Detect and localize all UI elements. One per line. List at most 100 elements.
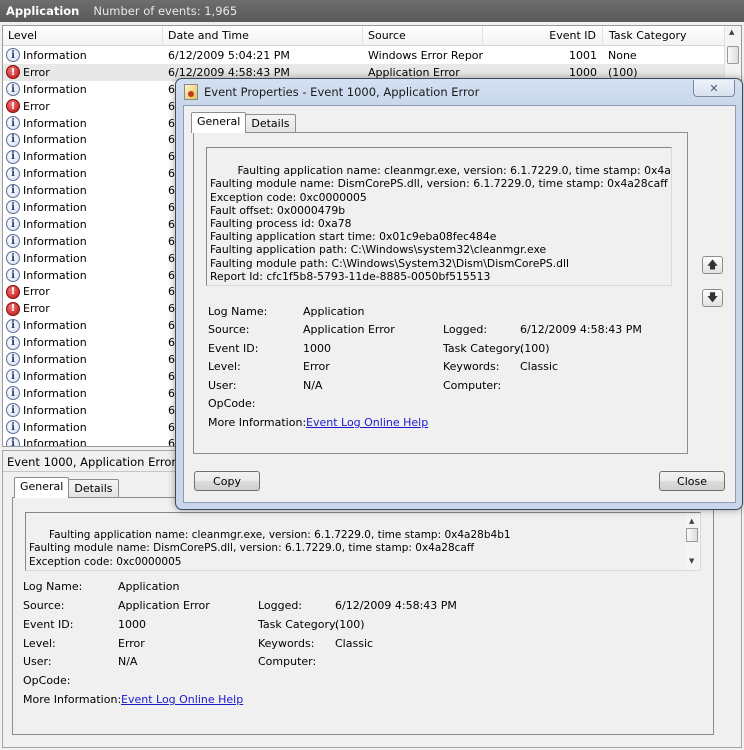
dialog-tab-details[interactable]: Details [245, 114, 296, 133]
level-text: Information [23, 234, 87, 248]
copy-button[interactable]: Copy [194, 471, 260, 491]
label-log-name: Log Name: [23, 580, 83, 593]
arrow-up-icon: 🡅 [706, 257, 719, 271]
level-text: Information [23, 403, 87, 417]
info-icon: i [6, 352, 20, 367]
column-header-task-category[interactable]: Task Category [603, 26, 725, 46]
level-text: Information [23, 336, 87, 350]
previous-event-button[interactable]: 🡅 [702, 256, 723, 274]
dialog-tab-general[interactable]: General [191, 112, 247, 133]
info-icon: i [6, 420, 20, 435]
info-icon: i [6, 436, 20, 446]
cell-level: i Information [3, 48, 163, 63]
value-task-category: (100) [520, 342, 550, 355]
info-icon: i [6, 149, 20, 164]
cell-level: i Information [3, 403, 163, 418]
level-text: Error [23, 65, 50, 79]
label-logged: Logged: [443, 323, 488, 336]
column-header-source[interactable]: Source [363, 26, 483, 46]
label-level: Level: [208, 360, 241, 373]
label-task-category: Task Category: [258, 618, 339, 631]
label-event-id: Event ID: [208, 342, 259, 355]
level-text: Information [23, 437, 87, 447]
event-log-online-help-link[interactable]: Event Log Online Help [121, 693, 243, 706]
column-header-level[interactable]: Level [3, 26, 163, 46]
level-text: Information [23, 369, 87, 383]
level-text: Information [23, 133, 87, 147]
column-header-date[interactable]: Date and Time [163, 26, 363, 46]
level-text: Information [23, 150, 87, 164]
info-icon: i [6, 318, 20, 333]
error-icon: ! [6, 301, 20, 316]
preview-tab-details[interactable]: Details [68, 479, 119, 498]
label-logged: Logged: [258, 599, 303, 612]
level-text: Information [23, 184, 87, 198]
cell-event-id: 1000 [569, 65, 597, 79]
event-log-online-help-link[interactable]: Event Log Online Help [306, 416, 428, 429]
value-event-id: 1000 [118, 618, 146, 631]
cell-task-category: None [608, 48, 637, 62]
info-icon: i [6, 183, 20, 198]
dialog-titlebar[interactable]: Event Properties - Event 1000, Applicati… [184, 83, 479, 101]
event-properties-dialog: Event Properties - Event 1000, Applicati… [175, 78, 743, 510]
preview-tab-general[interactable]: General [14, 477, 70, 498]
cell-level: i Information [3, 352, 163, 367]
scroll-up-icon[interactable]: ▲ [729, 28, 734, 36]
value-logged: 6/12/2009 4:58:43 PM [335, 599, 457, 612]
value-source: Application Error [303, 323, 395, 336]
event-row[interactable]: i Information 6/12/2009 5:04:21 PM Windo… [3, 47, 725, 64]
cell-level: i Information [3, 251, 163, 266]
label-keywords: Keywords: [258, 637, 315, 650]
cell-level: i Information [3, 183, 163, 198]
value-logged: 6/12/2009 4:58:43 PM [520, 323, 642, 336]
dialog-properties: Log Name: Application Source: Applicatio… [194, 133, 687, 453]
cell-level: ! Error [3, 99, 163, 114]
info-icon: i [6, 116, 20, 130]
log-header-bar: Application Number of events: 1,965 [0, 0, 744, 22]
scroll-thumb[interactable] [727, 46, 739, 64]
error-icon: ! [6, 99, 20, 114]
cell-level: i Information [3, 268, 163, 283]
error-icon: ! [6, 284, 20, 299]
level-text: Information [23, 217, 87, 231]
info-icon: i [6, 234, 20, 249]
cell-level: i Information [3, 82, 163, 97]
info-icon: i [6, 251, 20, 266]
label-level: Level: [23, 637, 56, 650]
dialog-title: Event Properties - Event 1000, Applicati… [204, 85, 480, 99]
value-source: Application Error [118, 599, 210, 612]
value-task-category: (100) [335, 618, 365, 631]
cell-level: i Information [3, 436, 163, 447]
dialog-close-button[interactable]: ✕ [693, 80, 735, 97]
dialog-tabs: General Details [191, 112, 296, 133]
cell-level: ! Error [3, 284, 163, 299]
cell-level: i Information [3, 217, 163, 232]
cell-event-id: 1001 [569, 48, 597, 62]
info-icon: i [6, 217, 20, 232]
cell-level: i Information [3, 200, 163, 215]
info-icon: i [6, 48, 20, 63]
preview-tabs: General Details [14, 477, 119, 498]
cell-level: i Information [3, 116, 163, 130]
level-text: Error [23, 285, 50, 299]
level-text: Information [23, 352, 87, 366]
event-list-header: Level Date and Time Source Event ID Task… [3, 26, 725, 46]
next-event-button[interactable]: 🡇 [702, 289, 723, 307]
label-computer: Computer: [258, 655, 317, 668]
close-button[interactable]: Close [659, 471, 725, 491]
preview-general-panel: Faulting application name: cleanmgr.exe,… [12, 497, 714, 735]
value-user: N/A [118, 655, 138, 668]
label-source: Source: [23, 599, 65, 612]
level-text: Error [23, 302, 50, 316]
preview-properties: Log Name: Application Source: Applicatio… [13, 498, 713, 734]
info-icon: i [6, 369, 20, 384]
event-count: Number of events: 1,965 [93, 4, 238, 18]
cell-level: i Information [3, 149, 163, 164]
event-viewer-icon [184, 84, 198, 100]
dialog-general-panel: Faulting application name: cleanmgr.exe,… [193, 132, 688, 454]
info-icon: i [6, 335, 20, 350]
column-header-event-id[interactable]: Event ID [483, 26, 603, 46]
info-icon: i [6, 200, 20, 215]
cell-level: i Information [3, 318, 163, 333]
label-computer: Computer: [443, 379, 502, 392]
